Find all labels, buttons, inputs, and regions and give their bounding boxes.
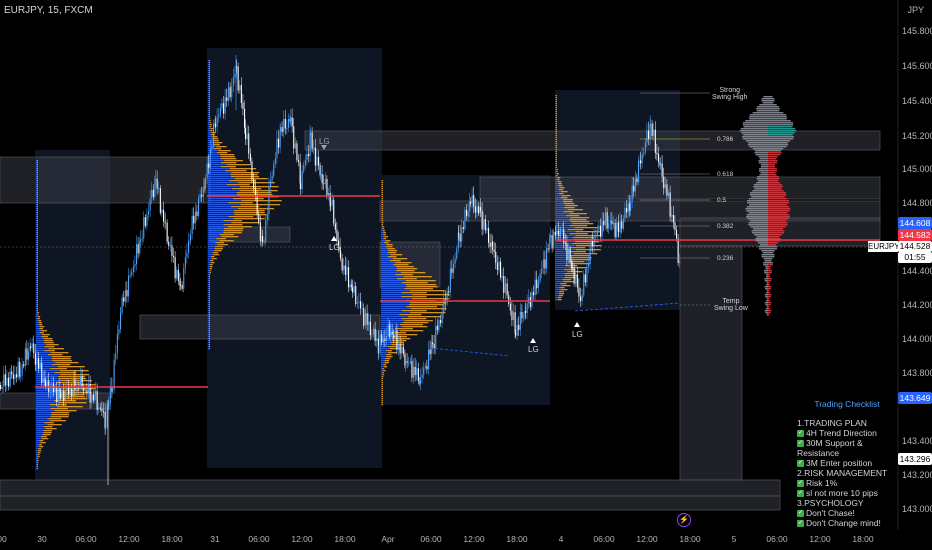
checklist-section-heading: 3.PSYCHOLOGY [797, 498, 864, 508]
check-icon: ✓ [797, 430, 804, 438]
price-tick: 143.200 [902, 470, 932, 480]
time-tick: 06:00 [75, 534, 97, 544]
time-tick: 12:00 [463, 534, 485, 544]
time-tick: 5 [731, 534, 737, 544]
lightning-icon[interactable]: ⚡ [677, 513, 691, 527]
price-tag-red: 144.582 [898, 229, 932, 241]
price-chart[interactable] [0, 0, 932, 550]
strong-swing-high-label: Strong Swing High [712, 87, 748, 101]
checklist-item: ✓ 30M Support & Resistance [797, 438, 863, 458]
time-tick: 18:00 [679, 534, 701, 544]
checklist-item: ✓ 3M Enter position [797, 458, 873, 468]
check-icon: ✓ [797, 510, 804, 518]
price-tag-bottom: 143.296 [898, 453, 932, 465]
price-tick: 144.000 [902, 334, 932, 344]
currency-label: JPY [907, 5, 924, 15]
temp-swing-low-label: Temp Swing Low [714, 298, 748, 312]
fib-5-label: 0.5 [717, 197, 727, 204]
current-symbol-tag: EURJPY [868, 241, 900, 252]
price-tick: 145.400 [902, 96, 932, 106]
check-icon: ✓ [797, 460, 804, 468]
time-tick: 4 [558, 534, 564, 544]
checklist-item: ✓ 4H Trend Direction [797, 428, 877, 438]
price-tick: 144.400 [902, 266, 932, 276]
price-tick: 145.800 [902, 26, 932, 36]
check-icon: ✓ [797, 480, 804, 488]
price-tick: 145.200 [902, 131, 932, 141]
time-tick: 12:00 [636, 534, 658, 544]
time-tick: 12:00 [291, 534, 313, 544]
time-tick: 06:00 [593, 534, 615, 544]
time-tick: 18:00 [852, 534, 874, 544]
fib-786-label: 0.786 [717, 136, 734, 143]
time-tick: 06:00 [766, 534, 788, 544]
time-tick: 30 [37, 534, 47, 544]
check-icon: ✓ [797, 520, 804, 528]
checklist-section-heading: 2.RISK MANAGEMENT [797, 468, 888, 478]
lg-label-1: LG [528, 345, 539, 354]
price-tick: 143.400 [902, 436, 932, 446]
symbol-title[interactable]: EURJPY, 15, FXCM [4, 5, 93, 16]
price-tag-low: 143.649 [898, 392, 932, 404]
time-tick: Apr [381, 534, 395, 544]
price-tag-blue: 144.608 [898, 217, 932, 229]
current-price-tag: 144.528 [898, 241, 932, 252]
time-tick: 18:00 [506, 534, 528, 544]
check-icon: ✓ [797, 440, 804, 448]
price-tick: 144.200 [902, 300, 932, 310]
fib-236-label: 0.236 [717, 255, 734, 262]
checklist-item: ✓ Risk 1% [797, 478, 838, 488]
time-tick: 12:00 [118, 534, 140, 544]
price-tick: 144.800 [902, 198, 932, 208]
lg-label-2: LG [572, 330, 583, 339]
price-tick: 143.800 [902, 368, 932, 378]
time-tick: 06:00 [420, 534, 442, 544]
time-tick: 18:00 [334, 534, 356, 544]
time-tick: 00 [0, 534, 7, 544]
checklist-section-heading: 1.TRADING PLAN [797, 418, 867, 428]
time-tick: 12:00 [809, 534, 831, 544]
lg-label-4: LG [319, 137, 330, 146]
checklist-title: Trading Checklist [814, 399, 880, 409]
check-icon: ✓ [797, 490, 804, 498]
checklist-item: ✓ Don't Chase! [797, 508, 855, 518]
countdown-tag: 01:55 [898, 252, 932, 263]
fib-382-label: 0.382 [717, 223, 734, 230]
price-tick: 145.600 [902, 61, 932, 71]
lg-label-3: LG [329, 243, 340, 252]
trading-checklist: Trading Checklist 1.TRADING PLAN ✓ 4H Tre… [797, 399, 897, 528]
time-tick: 18:00 [161, 534, 183, 544]
time-tick: 06:00 [248, 534, 270, 544]
price-tick: 145.000 [902, 164, 932, 174]
fib-618-label: 0.618 [717, 171, 734, 178]
time-tick: 31 [210, 534, 220, 544]
price-tick: 143.000 [902, 504, 932, 514]
checklist-item: ✓ sl not more 10 pips [797, 488, 878, 498]
checklist-item: ✓ Don't Change mind! [797, 518, 881, 528]
